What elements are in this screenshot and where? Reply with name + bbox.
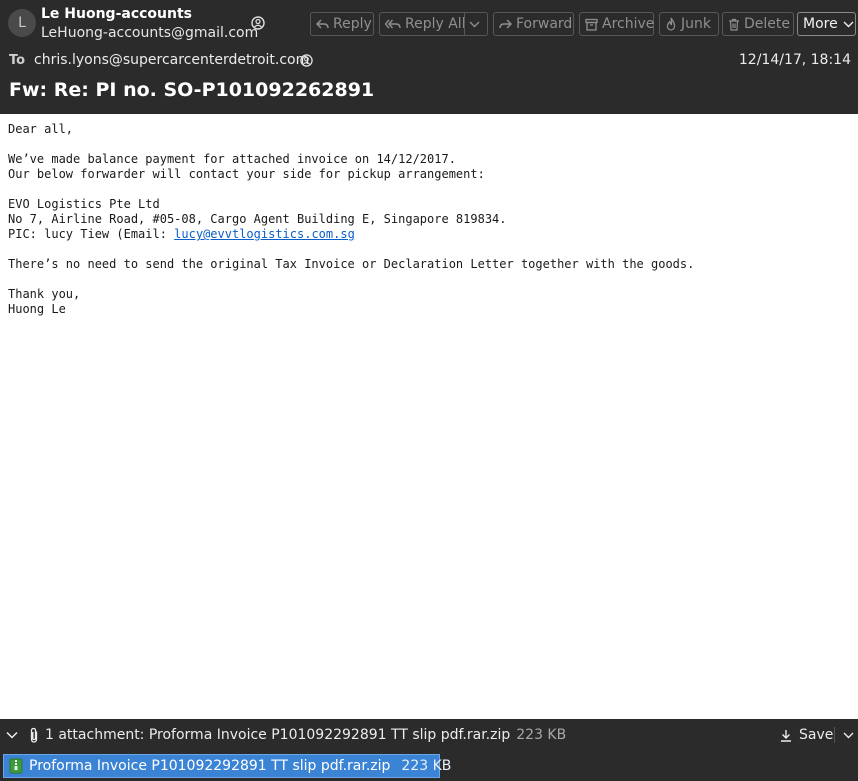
attachment-name: Proforma Invoice P101092292891 TT slip p… <box>29 758 391 774</box>
add-contact-icon[interactable] <box>251 16 265 30</box>
body-greeting: Dear all, <box>8 122 74 136</box>
avatar: L <box>8 9 36 37</box>
chevron-down-icon[interactable] <box>5 728 19 742</box>
attachment-item[interactable]: Proforma Invoice P101092292891 TT slip p… <box>3 754 451 778</box>
pic-email-link[interactable]: lucy@evvtlogistics.com.sg <box>174 227 355 241</box>
body-thanks: Thank you, <box>8 287 81 301</box>
sender-name[interactable]: Le Huong-accounts <box>41 6 192 22</box>
add-contact-icon[interactable] <box>300 54 313 67</box>
pic-prefix: PIC: lucy Tiew (Email: <box>8 227 175 241</box>
reply-label: Reply <box>333 16 372 32</box>
save-dropdown[interactable] <box>834 727 854 743</box>
attachment-summary-size: 223 KB <box>516 727 567 743</box>
archive-label: Archive <box>602 16 655 32</box>
delete-label: Delete <box>744 16 790 32</box>
archive-file-icon <box>9 758 23 774</box>
forward-icon <box>499 19 512 29</box>
archive-icon <box>585 18 598 31</box>
attachment-summary-text: 1 attachment: Proforma Invoice P10109229… <box>45 727 511 743</box>
attachment-bar: 1 attachment: Proforma Invoice P10109229… <box>0 719 858 751</box>
reply-all-icon <box>385 19 401 29</box>
message-body: Dear all, We’ve made balance payment for… <box>8 122 848 317</box>
sender-email[interactable]: LeHuong-accounts@gmail.com <box>41 25 258 41</box>
attachment-size: 223 KB <box>401 758 452 774</box>
save-button[interactable]: Save <box>780 724 833 746</box>
to-label: To <box>9 53 26 68</box>
attachment-summary[interactable]: 1 attachment: Proforma Invoice P10109229… <box>45 727 566 743</box>
body-line: We’ve made balance payment for attached … <box>8 152 456 166</box>
paperclip-icon <box>30 727 38 743</box>
trash-icon <box>729 18 739 31</box>
reply-all-button[interactable]: Reply All <box>379 12 466 36</box>
message-subject: Fw: Re: PI no. SO-P101092262891 <box>9 79 375 101</box>
reply-all-label: Reply All <box>405 16 466 32</box>
recipient-email[interactable]: chris.lyons@supercarcenterdetroit.com <box>34 52 309 68</box>
body-company: EVO Logistics Pte Ltd <box>8 197 160 211</box>
more-label: More <box>803 16 838 32</box>
body-pic: PIC: lucy Tiew (Email: lucy@evvtlogistic… <box>8 227 848 242</box>
archive-button[interactable]: Archive <box>579 12 654 36</box>
forward-label: Forward <box>516 16 573 32</box>
junk-label: Junk <box>681 16 711 32</box>
chevron-down-icon <box>843 21 854 27</box>
junk-flame-icon <box>666 17 676 31</box>
more-button[interactable]: More <box>797 12 856 36</box>
delete-button[interactable]: Delete <box>722 12 794 36</box>
junk-button[interactable]: Junk <box>659 12 719 36</box>
reply-icon <box>316 19 329 29</box>
message-header: L Le Huong-accounts LeHuong-accounts@gma… <box>0 0 858 114</box>
body-note: There’s no need to send the original Tax… <box>8 257 695 271</box>
chevron-down-icon <box>469 21 479 27</box>
message-date: 12/14/17, 18:14 <box>738 52 851 68</box>
body-line: Our below forwarder will contact your si… <box>8 167 485 181</box>
reply-all-dropdown[interactable] <box>464 12 488 36</box>
reply-button[interactable]: Reply <box>310 12 374 36</box>
download-icon <box>781 729 791 742</box>
body-address: No 7, Airline Road, #05-08, Cargo Agent … <box>8 212 507 226</box>
save-label: Save <box>799 727 834 743</box>
forward-button[interactable]: Forward <box>493 12 574 36</box>
attachment-list: Proforma Invoice P101092292891 TT slip p… <box>0 751 858 781</box>
body-signature: Huong Le <box>8 302 66 316</box>
chevron-down-icon <box>843 732 854 738</box>
